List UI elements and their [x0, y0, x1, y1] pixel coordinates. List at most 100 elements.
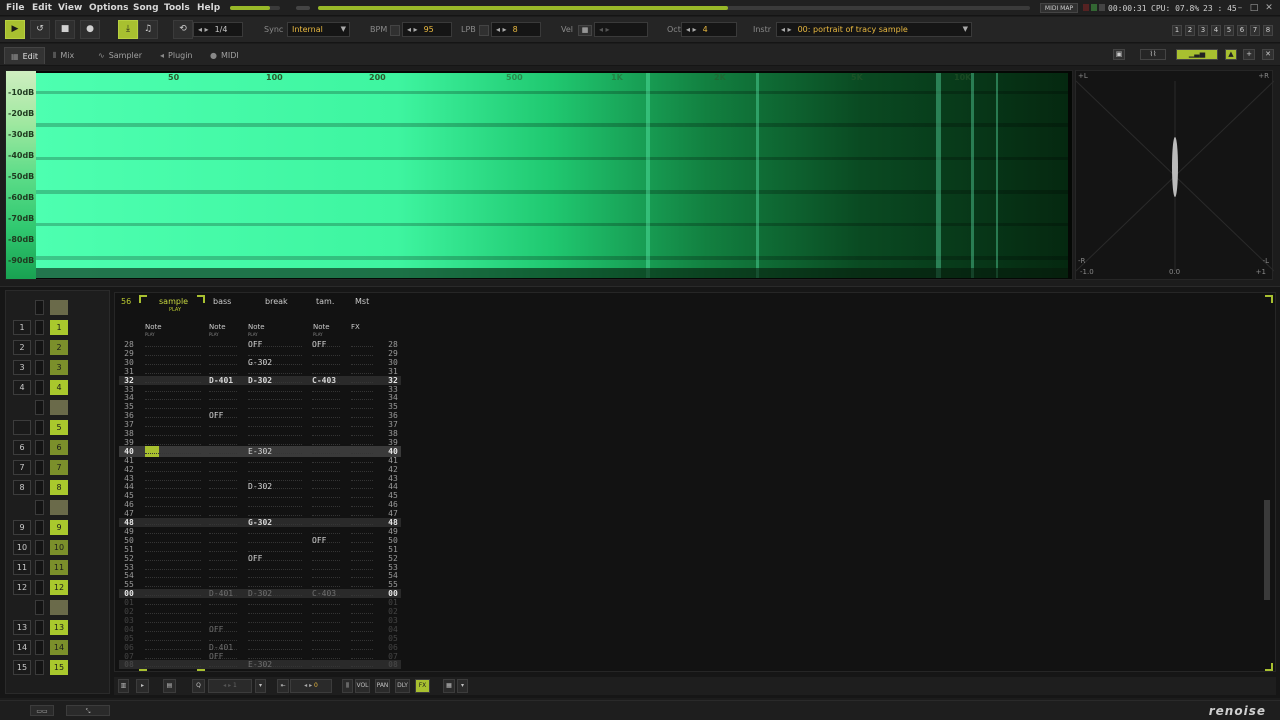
sequence-mute-toggle[interactable] [35, 620, 44, 635]
empty-cell[interactable] [351, 650, 373, 659]
empty-cell[interactable] [145, 561, 201, 570]
empty-cell[interactable] [351, 391, 373, 401]
dly-column-button[interactable]: DLY [395, 679, 410, 693]
note-cell[interactable]: G-302 [248, 358, 272, 367]
sequence-row[interactable] [6, 599, 111, 617]
expand-icon[interactable]: ⤡ [66, 705, 110, 716]
empty-cell[interactable] [351, 596, 373, 606]
empty-cell[interactable] [351, 409, 373, 419]
sequence-row[interactable]: 88 [6, 479, 111, 497]
sequence-mute-toggle[interactable] [35, 580, 44, 595]
pattern-slot[interactable] [50, 500, 68, 515]
sequence-mute-toggle[interactable] [35, 560, 44, 575]
sequence-number[interactable]: 8 [13, 480, 31, 495]
sequence-number[interactable]: 14 [13, 640, 31, 655]
menu-options[interactable]: Options [89, 3, 128, 13]
sequence-number[interactable]: 9 [13, 520, 31, 535]
note-cell[interactable]: C-403 [312, 589, 336, 598]
sequence-number[interactable]: 13 [13, 620, 31, 635]
empty-cell[interactable] [351, 658, 373, 668]
record-icon[interactable]: ● [80, 20, 100, 39]
pattern-slot[interactable]: 11 [50, 560, 68, 575]
empty-cell[interactable] [351, 365, 373, 374]
sequence-row[interactable]: 15 15 [6, 659, 111, 677]
note-cell[interactable]: OFF [248, 554, 262, 563]
note-cell[interactable]: D-401 [209, 589, 233, 598]
metronome-icon[interactable]: ♫ [138, 20, 158, 39]
empty-cell[interactable] [248, 569, 302, 579]
instrument-select[interactable]: ◂ ▸ 00: portrait of tracy sample ▼ [776, 22, 972, 37]
empty-cell[interactable] [248, 641, 302, 650]
note-cell[interactable]: OFF [209, 625, 223, 634]
empty-cell[interactable] [145, 587, 201, 597]
pattern-scrollbar[interactable] [1262, 300, 1272, 670]
empty-cell[interactable] [248, 534, 302, 543]
empty-cell[interactable] [145, 534, 201, 543]
empty-cell[interactable] [351, 507, 373, 517]
empty-cell[interactable] [312, 552, 340, 561]
sequence-row[interactable]: 12 12 [6, 579, 111, 597]
layout-dropdown-icon[interactable]: ▾ [457, 679, 468, 693]
empty-cell[interactable] [209, 463, 237, 472]
empty-cell[interactable] [145, 507, 201, 517]
pan-column-button[interactable]: PAN [375, 679, 390, 693]
empty-cell[interactable] [312, 454, 340, 463]
empty-cell[interactable] [312, 463, 340, 472]
sequence-mute-toggle[interactable] [35, 380, 44, 395]
note-cell[interactable]: D-401 [209, 643, 233, 652]
empty-cell[interactable] [209, 516, 237, 525]
empty-cell[interactable] [209, 525, 237, 534]
layout-icon[interactable]: ▦ [443, 679, 455, 693]
scope-close-icon[interactable]: ✕ [1262, 49, 1274, 60]
empty-cell[interactable] [145, 365, 201, 374]
sequence-number[interactable]: 7 [13, 460, 31, 475]
menu-file[interactable]: File [6, 3, 24, 13]
sequence-mute-toggle[interactable] [35, 320, 44, 335]
pattern-slot[interactable] [50, 600, 68, 615]
note-cell[interactable]: D-302 [248, 589, 272, 598]
empty-cell[interactable] [312, 356, 340, 365]
note-cell[interactable]: D-401 [209, 376, 233, 385]
menu-help[interactable]: Help [197, 3, 220, 13]
empty-cell[interactable] [248, 650, 302, 659]
empty-cell[interactable] [351, 561, 373, 570]
note-cell[interactable]: OFF [312, 536, 326, 545]
sequence-number[interactable]: 3 [13, 360, 31, 375]
empty-cell[interactable] [145, 516, 201, 525]
empty-cell[interactable] [351, 587, 373, 597]
minimize-icon[interactable]: – [1235, 3, 1245, 13]
empty-cell[interactable] [209, 489, 237, 499]
step-field[interactable]: ◂ ▸ 1 [208, 679, 252, 693]
empty-cell[interactable] [312, 623, 340, 632]
empty-cell[interactable] [351, 347, 373, 356]
stop-icon[interactable]: ■ [55, 20, 75, 39]
empty-cell[interactable] [351, 374, 373, 383]
empty-cell[interactable] [351, 552, 373, 561]
view-button-2[interactable]: 2 [1185, 25, 1195, 36]
empty-cell[interactable] [351, 632, 373, 641]
empty-cell[interactable] [248, 427, 302, 436]
empty-cell[interactable] [351, 605, 373, 614]
empty-cell[interactable] [248, 632, 302, 641]
pattern-slot[interactable]: 3 [50, 360, 68, 375]
scope-toggle-icon[interactable]: ▣ [1113, 49, 1125, 60]
columns-icon[interactable]: ⫼ [342, 679, 353, 693]
empty-cell[interactable] [351, 516, 373, 525]
pattern-slot[interactable]: 1 [50, 320, 68, 335]
pattern-slot[interactable]: 5 [50, 420, 68, 435]
note-cell[interactable]: C-403 [312, 376, 336, 385]
empty-cell[interactable] [145, 445, 201, 454]
note-cell[interactable]: D-302 [248, 482, 272, 491]
empty-cell[interactable] [312, 614, 340, 623]
empty-cell[interactable] [351, 400, 373, 410]
empty-cell[interactable] [209, 445, 237, 454]
empty-cell[interactable] [312, 436, 340, 445]
note-cell[interactable]: OFF [209, 411, 223, 420]
pattern-slot[interactable]: 6 [50, 440, 68, 455]
empty-cell[interactable] [351, 463, 373, 472]
empty-cell[interactable] [312, 498, 340, 508]
step-dropdown-icon[interactable]: ▾ [255, 679, 266, 693]
note-cell[interactable]: G-302 [248, 518, 272, 527]
view-button-6[interactable]: 6 [1237, 25, 1247, 36]
empty-cell[interactable] [145, 614, 201, 623]
